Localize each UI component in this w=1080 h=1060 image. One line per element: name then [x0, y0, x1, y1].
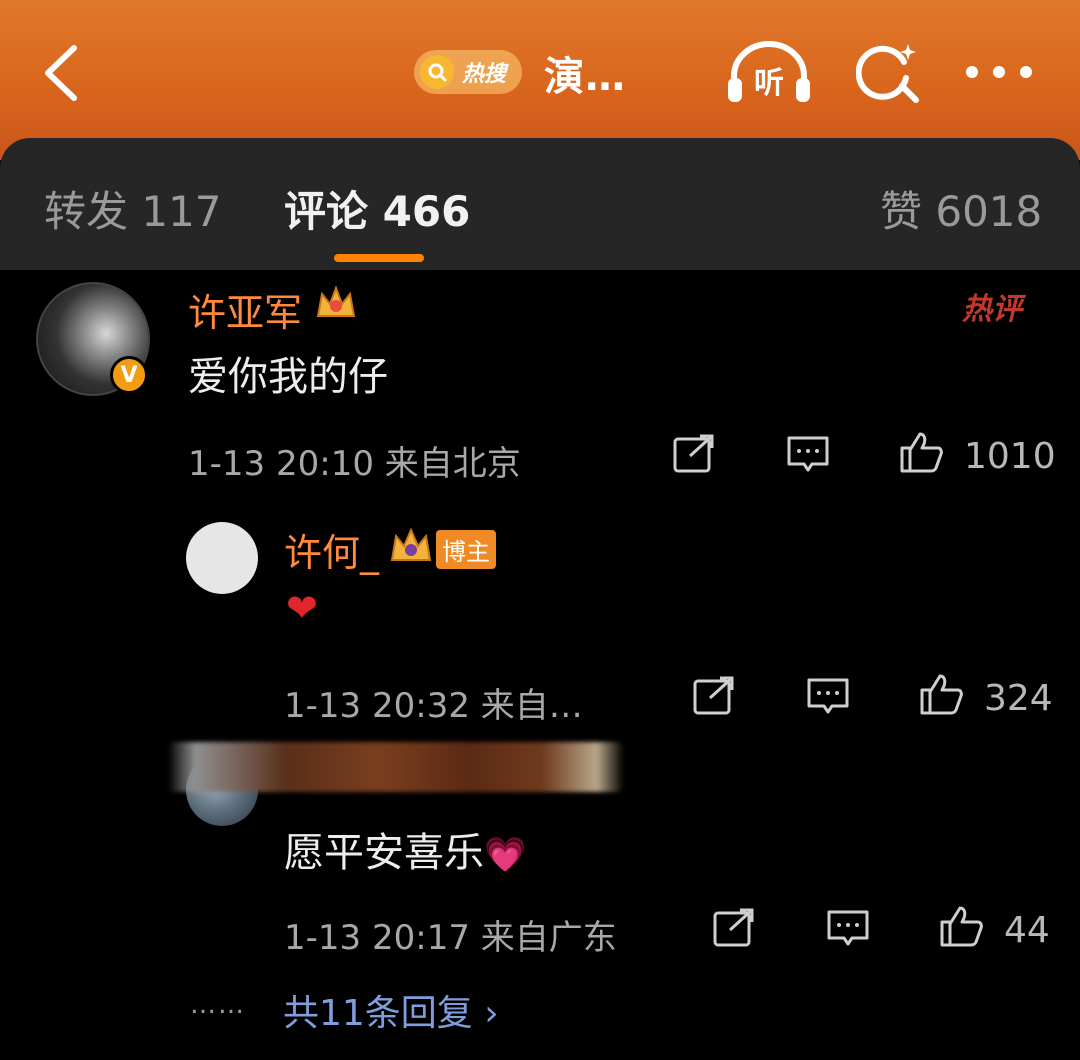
heart-gift-emoji-icon: 💗 [484, 835, 527, 875]
heart-emoji-icon: ❤ [286, 586, 318, 630]
comment-time: 1-13 20:10 [188, 444, 374, 484]
comment-username[interactable]: 许亚军 [188, 282, 302, 337]
repost-icon[interactable] [712, 908, 756, 948]
repost-icon[interactable] [672, 434, 716, 474]
repost-icon[interactable] [692, 676, 736, 716]
reply-icon[interactable] [806, 676, 850, 716]
reply-time: 1-13 20:17 [284, 918, 470, 958]
page-title: 演… [544, 54, 626, 100]
hot-search-badge[interactable]: 热搜 [414, 50, 522, 94]
blurred-username [168, 742, 624, 792]
reply-icon[interactable] [786, 434, 830, 474]
top-app-bar: 热搜 演… 听 [0, 0, 1080, 160]
tab-likes[interactable]: 赞 6018 [880, 178, 1042, 239]
reply-icon[interactable] [826, 908, 870, 948]
reply-text: 愿平安喜乐💗 [284, 820, 526, 878]
reply-location: 来自… [480, 686, 583, 726]
search-icon [420, 55, 454, 89]
more-options-icon[interactable] [964, 64, 1034, 80]
headphones-icon[interactable]: 听 [726, 38, 812, 106]
tab-bar: 转发 117 评论 466 赞 6018 [0, 138, 1080, 270]
like-count: 44 [1004, 910, 1050, 951]
view-all-replies-link[interactable]: 共11条回复 › [283, 984, 499, 1036]
comment-meta: 1-13 20:10 来自北京 [188, 436, 521, 485]
reply-username[interactable]: 许何_ [284, 522, 379, 577]
more-dots: …… [190, 990, 246, 1020]
reply-text-content: 愿平安喜乐 [284, 830, 484, 876]
like-thumb-icon[interactable] [898, 430, 944, 474]
reply-meta: 1-13 20:32 来自… [284, 678, 583, 727]
like-count: 1010 [964, 436, 1056, 477]
reply-time: 1-13 20:32 [284, 686, 470, 726]
author-tag: 博主 [436, 530, 496, 569]
hot-search-label: 热搜 [462, 62, 507, 87]
crown-badge-icon [390, 527, 432, 561]
hot-comment-badge: 热评 [962, 292, 1022, 327]
avatar[interactable] [186, 522, 258, 594]
crown-badge-icon [316, 285, 356, 317]
like-thumb-icon[interactable] [918, 672, 964, 716]
verified-badge-icon: V [110, 356, 148, 394]
like-thumb-icon[interactable] [938, 904, 984, 948]
reply-meta: 1-13 20:17 来自广东 [284, 910, 617, 959]
like-count: 324 [984, 678, 1053, 719]
search-sparkle-icon[interactable] [856, 40, 922, 106]
comment-text: 爱你我的仔 [188, 354, 388, 400]
comment-location: 来自北京 [384, 444, 521, 484]
back-arrow-icon[interactable] [36, 40, 96, 106]
active-tab-indicator [334, 254, 424, 262]
listen-label: 听 [754, 66, 784, 101]
reply-location: 来自广东 [480, 918, 617, 958]
tab-reposts[interactable]: 转发 117 [44, 178, 222, 239]
tab-comments[interactable]: 评论 466 [284, 178, 470, 239]
